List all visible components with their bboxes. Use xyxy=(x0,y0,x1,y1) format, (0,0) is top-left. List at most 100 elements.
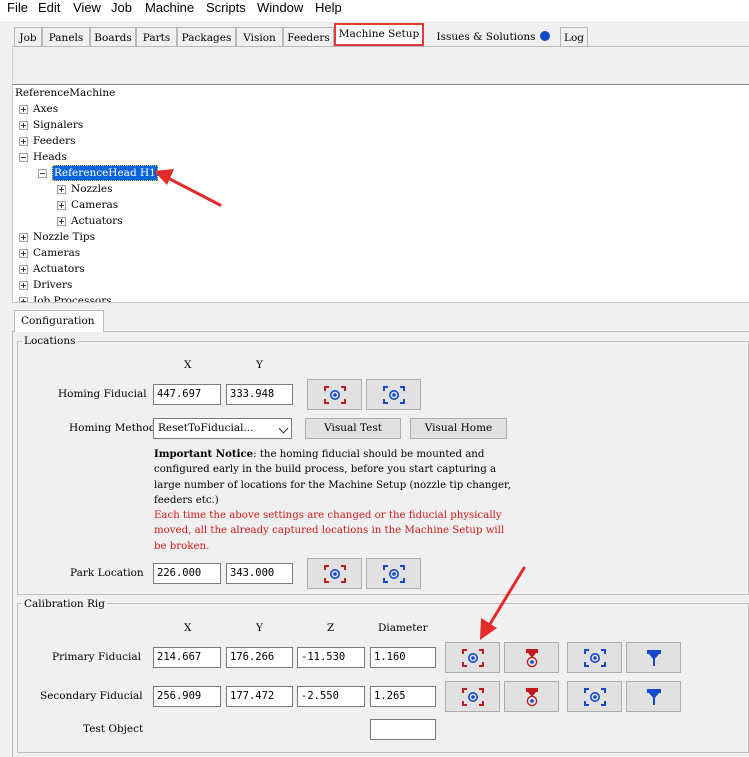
primary-fiducial-y-field[interactable]: 176.266 xyxy=(226,647,293,668)
chevron-down-icon xyxy=(278,423,289,434)
capture-camera-secondary-button[interactable] xyxy=(445,681,500,712)
tab-issues-label: Issues & Solutions xyxy=(436,31,536,43)
park-location-x-field[interactable]: 226.000 xyxy=(153,563,221,584)
important-notice: Important Notice: the homing fiducial sh… xyxy=(154,447,514,554)
notice-warning: Each time the above settings are changed… xyxy=(154,510,505,552)
tab-log[interactable]: Log xyxy=(560,27,588,47)
status-dot-icon xyxy=(539,31,550,41)
menu-scripts[interactable]: Scripts xyxy=(206,0,246,16)
capture-tool-secondary-button[interactable] xyxy=(504,681,559,712)
test-object-field[interactable] xyxy=(370,719,436,740)
capture-camera-icon xyxy=(323,385,346,404)
capture-camera-primary-button[interactable] xyxy=(445,642,500,673)
tree-label: Cameras xyxy=(71,199,119,211)
tree-label: Feeders xyxy=(33,135,76,147)
position-camera-homing-button[interactable] xyxy=(366,379,421,410)
tab-feeders[interactable]: Feeders xyxy=(283,27,334,47)
calibration-z-header: Z xyxy=(327,622,335,634)
position-camera-secondary-button[interactable] xyxy=(567,681,622,712)
tab-configuration[interactable]: Configuration xyxy=(14,310,104,332)
visual-home-button[interactable]: Visual Home xyxy=(410,418,507,439)
capture-camera-icon xyxy=(461,648,484,667)
expand-icon[interactable] xyxy=(19,265,28,274)
primary-fiducial-x-field[interactable]: 214.667 xyxy=(153,647,221,668)
tree-label: Axes xyxy=(33,103,59,115)
tree-label: Actuators xyxy=(71,215,123,227)
homing-fiducial-y-field[interactable]: 333.948 xyxy=(226,384,293,405)
calibration-diameter-header: Diameter xyxy=(378,622,428,634)
expand-icon[interactable] xyxy=(57,217,66,226)
calibration-rig-title: Calibration Rig xyxy=(22,598,107,610)
capture-camera-park-button[interactable] xyxy=(307,558,362,589)
tree-label: Cameras xyxy=(33,247,81,259)
expand-icon[interactable] xyxy=(19,105,28,114)
menu-help[interactable]: Help xyxy=(315,0,342,16)
homing-method-select[interactable]: ResetToFiducial... xyxy=(153,418,292,439)
secondary-fiducial-y-field[interactable]: 177.472 xyxy=(226,686,293,707)
position-camera-icon xyxy=(583,648,606,667)
park-location-y-field[interactable]: 343.000 xyxy=(226,563,293,584)
position-camera-park-button[interactable] xyxy=(366,558,421,589)
menu-machine[interactable]: Machine xyxy=(145,0,194,16)
expand-icon[interactable] xyxy=(19,233,28,242)
calibration-x-header: X xyxy=(184,622,192,634)
position-nozzle-icon xyxy=(646,688,661,705)
locations-x-header: X xyxy=(184,359,192,371)
capture-camera-icon xyxy=(461,687,484,706)
primary-fiducial-z-field[interactable]: -11.530 xyxy=(297,647,365,668)
tree-label: Nozzles xyxy=(71,183,113,195)
tab-job[interactable]: Job xyxy=(14,27,42,47)
expand-icon[interactable] xyxy=(57,185,66,194)
capture-camera-homing-button[interactable] xyxy=(307,379,362,410)
menu-view[interactable]: View xyxy=(73,0,101,16)
tab-parts[interactable]: Parts xyxy=(136,27,177,47)
menu-job[interactable]: Job xyxy=(111,0,132,16)
menu-edit[interactable]: Edit xyxy=(38,0,60,16)
machine-tree: ReferenceMachine Axes Signalers Feeders … xyxy=(12,84,749,303)
splitter[interactable] xyxy=(12,302,749,309)
tab-divider xyxy=(12,46,749,47)
expand-icon[interactable] xyxy=(19,281,28,290)
collapse-icon[interactable] xyxy=(38,169,47,178)
menu-file[interactable]: File xyxy=(7,0,28,16)
test-object-label: Test Object xyxy=(83,723,144,735)
park-location-label: Park Location xyxy=(70,567,144,579)
tab-machine-setup[interactable]: Machine Setup xyxy=(334,23,424,46)
capture-tool-primary-button[interactable] xyxy=(504,642,559,673)
notice-bold: Important Notice xyxy=(154,448,254,460)
tab-vision[interactable]: Vision xyxy=(236,27,283,47)
position-camera-primary-button[interactable] xyxy=(567,642,622,673)
position-tool-secondary-button[interactable] xyxy=(626,681,681,712)
expand-icon[interactable] xyxy=(57,201,66,210)
tab-boards[interactable]: Boards xyxy=(90,27,136,47)
tree-label: Signalers xyxy=(33,119,84,131)
tab-packages[interactable]: Packages xyxy=(177,27,236,47)
homing-method-value: ResetToFiducial... xyxy=(158,422,254,434)
secondary-fiducial-diameter-field[interactable]: 1.265 xyxy=(370,686,436,707)
tab-issues-solutions[interactable]: Issues & Solutions xyxy=(426,27,560,47)
menu-window[interactable]: Window xyxy=(257,0,303,16)
machine-setup-toolbar xyxy=(12,48,749,84)
homing-fiducial-label: Homing Fiducial xyxy=(58,388,147,400)
homing-method-label: Homing Method xyxy=(69,422,156,434)
position-camera-icon xyxy=(382,385,405,404)
expand-icon[interactable] xyxy=(19,121,28,130)
position-camera-icon xyxy=(382,564,405,583)
secondary-fiducial-x-field[interactable]: 256.909 xyxy=(153,686,221,707)
visual-test-button[interactable]: Visual Test xyxy=(305,418,401,439)
collapse-icon[interactable] xyxy=(19,153,28,162)
tree-label-selected: ReferenceHead H1 xyxy=(52,165,158,181)
tab-panels[interactable]: Panels xyxy=(42,27,90,47)
homing-fiducial-x-field[interactable]: 447.697 xyxy=(153,384,221,405)
position-tool-primary-button[interactable] xyxy=(626,642,681,673)
capture-camera-icon xyxy=(323,564,346,583)
locations-title: Locations xyxy=(22,335,78,347)
expand-icon[interactable] xyxy=(19,137,28,146)
tree-label: Heads xyxy=(33,151,67,163)
expand-icon[interactable] xyxy=(19,249,28,258)
secondary-fiducial-z-field[interactable]: -2.550 xyxy=(297,686,365,707)
secondary-fiducial-label: Secondary Fiducial xyxy=(40,690,143,702)
primary-fiducial-diameter-field[interactable]: 1.160 xyxy=(370,647,436,668)
calibration-y-header: Y xyxy=(256,622,263,634)
tree-label: ReferenceMachine xyxy=(15,87,116,99)
